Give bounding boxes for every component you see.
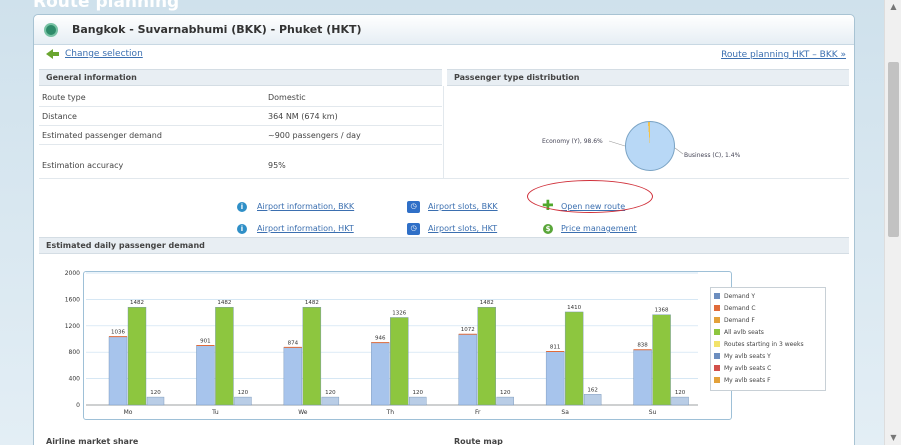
bar-value-label: 1482	[130, 300, 144, 306]
bar-value-label: 946	[375, 336, 386, 342]
bar-my-avlb-seats-c	[496, 396, 514, 406]
x-tick-label: Th	[386, 409, 395, 416]
legend-bar-icon	[714, 377, 720, 383]
bar-demand-y	[633, 349, 652, 406]
legend-bar-icon	[714, 305, 720, 311]
bar-value-label: 120	[413, 390, 424, 396]
bar-all-avlb-seats	[127, 306, 147, 406]
bar-value-label: 838	[637, 343, 648, 349]
legend-item[interactable]: Demand C	[714, 302, 822, 314]
bar-value-label: 811	[550, 344, 561, 350]
vertical-scrollbar[interactable]: ▲ ▼	[884, 0, 901, 445]
bar-value-label: 1072	[461, 327, 475, 333]
x-tick-label: Fr	[475, 409, 481, 416]
legend-item[interactable]: My avlb seats Y	[714, 350, 822, 362]
scroll-thumb[interactable]	[888, 62, 899, 237]
bar-my-avlb-seats-c	[321, 396, 340, 406]
x-tick-label: Tu	[211, 409, 219, 416]
bar-all-avlb-seats	[390, 317, 409, 406]
bar-value-label: 1036	[111, 330, 125, 336]
bar-value-label: 1326	[392, 310, 406, 316]
legend-bar-icon	[714, 353, 720, 359]
bar-value-label: 1368	[655, 308, 669, 314]
legend-item[interactable]: Demand Y	[714, 290, 822, 302]
legend-label: My avlb seats C	[724, 364, 772, 372]
market-share-heading: Airline market share	[46, 437, 139, 445]
route-panel: Bangkok - Suvarnabhumi (BKK) - Phuket (H…	[33, 14, 855, 445]
bar-value-label: 120	[238, 390, 249, 396]
legend-label: Demand C	[724, 304, 756, 312]
legend-bar-icon	[714, 365, 720, 371]
page-title: Route planning	[33, 0, 180, 12]
bar-value-label: 120	[325, 390, 336, 396]
bar-all-avlb-seats	[215, 306, 234, 406]
bar-all-avlb-seats	[302, 306, 322, 406]
legend-item[interactable]: All avlb seats	[714, 326, 822, 338]
legend-label: My avlb seats F	[724, 376, 771, 384]
bar-demand-y	[196, 345, 215, 406]
bar-all-avlb-seats	[477, 306, 496, 406]
bar-value-label: 1482	[480, 300, 494, 306]
bar-my-avlb-seats-c	[146, 396, 165, 406]
x-tick-label: We	[298, 409, 308, 416]
legend-bar-icon	[714, 329, 720, 335]
bar-demand-y	[108, 336, 128, 406]
bar-value-label: 874	[288, 340, 299, 346]
bar-value-label: 120	[150, 390, 161, 396]
chart-legend: Demand Y Demand C Demand F All avlb seats Ro…	[710, 287, 826, 391]
bar-all-avlb-seats	[564, 311, 584, 406]
bar-demand-y	[371, 342, 390, 406]
legend-item[interactable]: My avlb seats C	[714, 362, 822, 374]
legend-label: My avlb seats Y	[724, 352, 771, 360]
bar-value-label: 1482	[305, 300, 319, 306]
y-tick-label: 400	[69, 376, 81, 383]
y-tick-label: 0	[76, 402, 80, 409]
route-map-heading: Route map	[454, 437, 503, 445]
legend-label: Demand F	[724, 316, 755, 324]
scroll-up-arrow-icon[interactable]: ▲	[885, 0, 901, 14]
legend-bar-icon	[714, 341, 720, 347]
bar-value-label: 120	[675, 390, 686, 396]
legend-item[interactable]: Routes starting in 3 weeks	[714, 338, 822, 350]
legend-label: Routes starting in 3 weeks	[724, 340, 804, 348]
bar-all-avlb-seats	[652, 314, 671, 406]
legend-item[interactable]: Demand F	[714, 314, 822, 326]
bar-my-avlb-seats-c	[409, 396, 427, 406]
bar-value-label: 1482	[217, 300, 231, 306]
bar-my-avlb-seats-c	[671, 396, 689, 406]
bar-my-avlb-seats-c	[583, 394, 602, 406]
bar-demand-y	[545, 351, 565, 406]
x-tick-label: Mo	[124, 409, 133, 416]
legend-bar-icon	[714, 317, 720, 323]
bar-value-label: 901	[200, 339, 211, 345]
y-tick-label: 800	[69, 349, 81, 356]
bar-value-label: 1410	[567, 305, 581, 311]
x-tick-label: Sa	[561, 409, 569, 416]
legend-item[interactable]: My avlb seats F	[714, 374, 822, 386]
scroll-down-arrow-icon[interactable]: ▼	[885, 431, 901, 445]
y-tick-label: 1200	[65, 323, 80, 330]
x-tick-label: Su	[649, 409, 657, 416]
bar-demand-y	[283, 347, 303, 406]
y-tick-label: 2000	[65, 270, 80, 277]
bar-value-label: 162	[587, 387, 598, 393]
legend-bar-icon	[714, 293, 720, 299]
legend-label: All avlb seats	[724, 328, 764, 336]
y-tick-label: 1600	[65, 296, 80, 303]
bar-demand-y	[458, 334, 477, 406]
bar-my-avlb-seats-c	[234, 396, 252, 406]
bar-value-label: 120	[500, 390, 511, 396]
legend-label: Demand Y	[724, 292, 756, 300]
